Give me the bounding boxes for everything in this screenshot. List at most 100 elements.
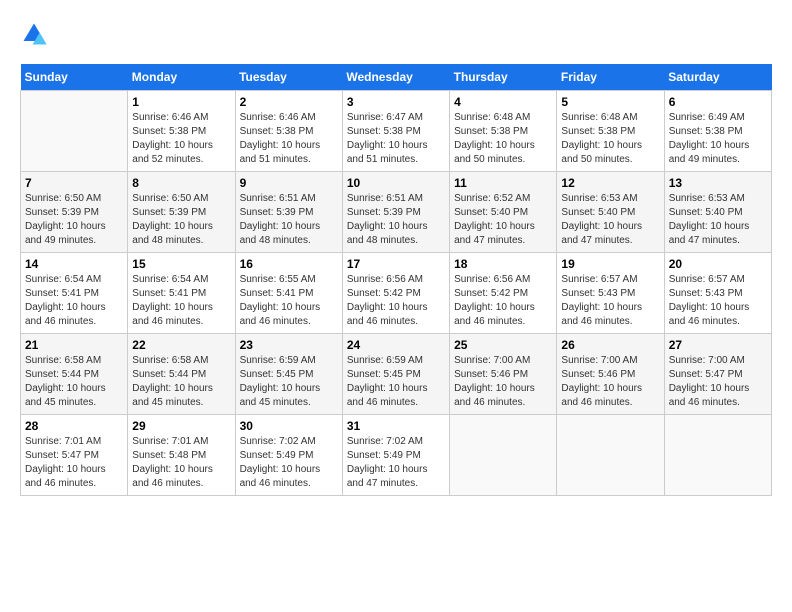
cell-info: Sunrise: 7:01 AMSunset: 5:47 PMDaylight:… [25, 435, 123, 491]
calendar-cell [450, 415, 557, 496]
day-number: 15 [132, 257, 230, 271]
calendar-cell: 28 Sunrise: 7:01 AMSunset: 5:47 PMDayligh… [21, 415, 128, 496]
day-number: 4 [454, 95, 552, 109]
header-tuesday: Tuesday [235, 64, 342, 91]
cell-info: Sunrise: 6:52 AMSunset: 5:40 PMDaylight:… [454, 192, 552, 248]
day-number: 1 [132, 95, 230, 109]
day-number: 13 [669, 176, 767, 190]
cell-info: Sunrise: 7:02 AMSunset: 5:49 PMDaylight:… [240, 435, 338, 491]
header-monday: Monday [128, 64, 235, 91]
calendar-cell [21, 91, 128, 172]
day-number: 16 [240, 257, 338, 271]
calendar-cell: 11 Sunrise: 6:52 AMSunset: 5:40 PMDayligh… [450, 172, 557, 253]
cell-info: Sunrise: 7:02 AMSunset: 5:49 PMDaylight:… [347, 435, 445, 491]
cell-info: Sunrise: 7:01 AMSunset: 5:48 PMDaylight:… [132, 435, 230, 491]
cell-info: Sunrise: 6:50 AMSunset: 5:39 PMDaylight:… [25, 192, 123, 248]
calendar-cell: 17 Sunrise: 6:56 AMSunset: 5:42 PMDayligh… [342, 253, 449, 334]
cell-info: Sunrise: 6:48 AMSunset: 5:38 PMDaylight:… [561, 111, 659, 167]
cell-info: Sunrise: 7:00 AMSunset: 5:46 PMDaylight:… [561, 354, 659, 410]
calendar-week-5: 28 Sunrise: 7:01 AMSunset: 5:47 PMDayligh… [21, 415, 772, 496]
calendar-cell: 30 Sunrise: 7:02 AMSunset: 5:49 PMDayligh… [235, 415, 342, 496]
day-number: 6 [669, 95, 767, 109]
day-number: 20 [669, 257, 767, 271]
calendar-cell: 2 Sunrise: 6:46 AMSunset: 5:38 PMDaylight… [235, 91, 342, 172]
day-number: 10 [347, 176, 445, 190]
calendar-cell: 1 Sunrise: 6:46 AMSunset: 5:38 PMDaylight… [128, 91, 235, 172]
day-number: 2 [240, 95, 338, 109]
cell-info: Sunrise: 6:55 AMSunset: 5:41 PMDaylight:… [240, 273, 338, 329]
header-thursday: Thursday [450, 64, 557, 91]
day-number: 7 [25, 176, 123, 190]
day-number: 23 [240, 338, 338, 352]
day-number: 17 [347, 257, 445, 271]
cell-info: Sunrise: 6:54 AMSunset: 5:41 PMDaylight:… [25, 273, 123, 329]
calendar-cell: 22 Sunrise: 6:58 AMSunset: 5:44 PMDayligh… [128, 334, 235, 415]
calendar-cell: 25 Sunrise: 7:00 AMSunset: 5:46 PMDayligh… [450, 334, 557, 415]
day-number: 3 [347, 95, 445, 109]
calendar-week-1: 1 Sunrise: 6:46 AMSunset: 5:38 PMDaylight… [21, 91, 772, 172]
day-number: 5 [561, 95, 659, 109]
calendar-cell: 13 Sunrise: 6:53 AMSunset: 5:40 PMDayligh… [664, 172, 771, 253]
calendar-cell: 4 Sunrise: 6:48 AMSunset: 5:38 PMDaylight… [450, 91, 557, 172]
cell-info: Sunrise: 6:53 AMSunset: 5:40 PMDaylight:… [669, 192, 767, 248]
cell-info: Sunrise: 6:47 AMSunset: 5:38 PMDaylight:… [347, 111, 445, 167]
day-number: 25 [454, 338, 552, 352]
cell-info: Sunrise: 6:51 AMSunset: 5:39 PMDaylight:… [347, 192, 445, 248]
calendar-cell: 7 Sunrise: 6:50 AMSunset: 5:39 PMDaylight… [21, 172, 128, 253]
calendar-cell [557, 415, 664, 496]
cell-info: Sunrise: 6:58 AMSunset: 5:44 PMDaylight:… [25, 354, 123, 410]
calendar-week-4: 21 Sunrise: 6:58 AMSunset: 5:44 PMDayligh… [21, 334, 772, 415]
cell-info: Sunrise: 6:53 AMSunset: 5:40 PMDaylight:… [561, 192, 659, 248]
calendar-cell: 20Sunrise: 6:57 AMSunset: 5:43 PMDayligh… [664, 253, 771, 334]
cell-info: Sunrise: 6:59 AMSunset: 5:45 PMDaylight:… [240, 354, 338, 410]
calendar-cell: 16 Sunrise: 6:55 AMSunset: 5:41 PMDayligh… [235, 253, 342, 334]
calendar-cell: 18Sunrise: 6:56 AMSunset: 5:42 PMDayligh… [450, 253, 557, 334]
calendar-cell: 15 Sunrise: 6:54 AMSunset: 5:41 PMDayligh… [128, 253, 235, 334]
cell-info: Sunrise: 6:58 AMSunset: 5:44 PMDaylight:… [132, 354, 230, 410]
day-number: 19 [561, 257, 659, 271]
calendar-cell: 14Sunrise: 6:54 AMSunset: 5:41 PMDayligh… [21, 253, 128, 334]
calendar-cell: 24 Sunrise: 6:59 AMSunset: 5:45 PMDayligh… [342, 334, 449, 415]
calendar-cell: 9 Sunrise: 6:51 AMSunset: 5:39 PMDaylight… [235, 172, 342, 253]
cell-info: Sunrise: 6:54 AMSunset: 5:41 PMDaylight:… [132, 273, 230, 329]
calendar-cell: 12Sunrise: 6:53 AMSunset: 5:40 PMDayligh… [557, 172, 664, 253]
day-number: 21 [25, 338, 123, 352]
logo-icon [20, 20, 48, 48]
cell-info: Sunrise: 6:46 AMSunset: 5:38 PMDaylight:… [240, 111, 338, 167]
calendar-week-2: 7 Sunrise: 6:50 AMSunset: 5:39 PMDaylight… [21, 172, 772, 253]
calendar-cell: 8Sunrise: 6:50 AMSunset: 5:39 PMDaylight… [128, 172, 235, 253]
day-number: 29 [132, 419, 230, 433]
cell-info: Sunrise: 6:48 AMSunset: 5:38 PMDaylight:… [454, 111, 552, 167]
day-number: 26 [561, 338, 659, 352]
day-number: 24 [347, 338, 445, 352]
header-sunday: Sunday [21, 64, 128, 91]
cell-info: Sunrise: 7:00 AMSunset: 5:47 PMDaylight:… [669, 354, 767, 410]
day-number: 31 [347, 419, 445, 433]
calendar-cell [664, 415, 771, 496]
cell-info: Sunrise: 6:56 AMSunset: 5:42 PMDaylight:… [347, 273, 445, 329]
header-saturday: Saturday [664, 64, 771, 91]
cell-info: Sunrise: 6:51 AMSunset: 5:39 PMDaylight:… [240, 192, 338, 248]
header-friday: Friday [557, 64, 664, 91]
cell-info: Sunrise: 7:00 AMSunset: 5:46 PMDaylight:… [454, 354, 552, 410]
logo [20, 20, 52, 48]
day-number: 11 [454, 176, 552, 190]
day-number: 27 [669, 338, 767, 352]
day-number: 9 [240, 176, 338, 190]
day-number: 22 [132, 338, 230, 352]
header [20, 20, 772, 48]
calendar-cell: 5 Sunrise: 6:48 AMSunset: 5:38 PMDaylight… [557, 91, 664, 172]
cell-info: Sunrise: 6:50 AMSunset: 5:39 PMDaylight:… [132, 192, 230, 248]
day-number: 30 [240, 419, 338, 433]
day-number: 28 [25, 419, 123, 433]
cell-info: Sunrise: 6:49 AMSunset: 5:38 PMDaylight:… [669, 111, 767, 167]
calendar-cell: 27 Sunrise: 7:00 AMSunset: 5:47 PMDayligh… [664, 334, 771, 415]
header-wednesday: Wednesday [342, 64, 449, 91]
calendar-cell: 26 Sunrise: 7:00 AMSunset: 5:46 PMDayligh… [557, 334, 664, 415]
cell-info: Sunrise: 6:59 AMSunset: 5:45 PMDaylight:… [347, 354, 445, 410]
calendar-cell: 23 Sunrise: 6:59 AMSunset: 5:45 PMDayligh… [235, 334, 342, 415]
cell-info: Sunrise: 6:46 AMSunset: 5:38 PMDaylight:… [132, 111, 230, 167]
calendar-cell: 29 Sunrise: 7:01 AMSunset: 5:48 PMDayligh… [128, 415, 235, 496]
calendar: SundayMondayTuesdayWednesdayThursdayFrid… [20, 64, 772, 496]
cell-info: Sunrise: 6:56 AMSunset: 5:42 PMDaylight:… [454, 273, 552, 329]
